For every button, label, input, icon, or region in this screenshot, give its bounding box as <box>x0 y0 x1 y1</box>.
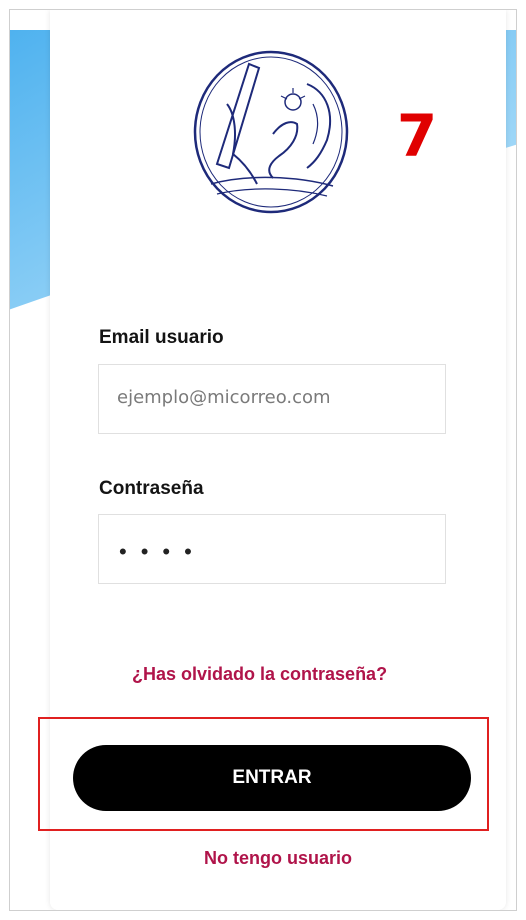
signup-link[interactable]: No tengo usuario <box>204 848 352 869</box>
password-value: •••• <box>119 539 206 564</box>
seal-icon <box>193 50 349 214</box>
password-label: Contraseña <box>99 478 204 499</box>
email-label: Email usuario <box>99 327 224 348</box>
submit-button[interactable]: ENTRAR <box>73 745 471 811</box>
organization-logo <box>187 44 357 220</box>
password-field[interactable]: •••• <box>98 514 446 584</box>
forgot-password-link[interactable]: ¿Has olvidado la contraseña? <box>132 664 387 685</box>
email-placeholder: ejemplo@micorreo.com <box>117 387 331 408</box>
step-number: 7 <box>396 102 438 170</box>
step-badge: 7 <box>385 96 449 176</box>
email-field[interactable]: ejemplo@micorreo.com <box>98 364 446 434</box>
